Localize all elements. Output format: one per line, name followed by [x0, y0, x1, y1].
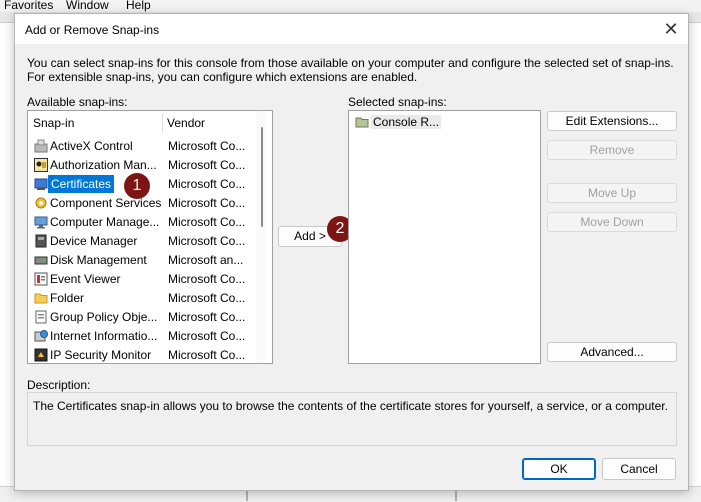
available-snapins-label: Available snap-ins:	[27, 95, 128, 109]
available-snapins-list[interactable]: Snap-in Vendor ActiveX Control Microsoft…	[27, 110, 273, 364]
description-text: The Certificates snap-in allows you to b…	[33, 399, 668, 413]
group-policy-icon	[34, 310, 48, 324]
menu-help[interactable]: Help	[126, 0, 151, 12]
snapin-name: Authorization Man...	[50, 158, 157, 172]
list-item-ip-security-monitor[interactable]: IP Security Monitor Microsoft Co...	[28, 346, 254, 363]
column-header-snapin[interactable]: Snap-in	[28, 111, 162, 135]
list-item-computer-management[interactable]: Computer Manage... Microsoft Co...	[28, 213, 254, 232]
close-icon[interactable]: ✕	[660, 18, 682, 40]
list-item-event-viewer[interactable]: Event Viewer Microsoft Co...	[28, 270, 254, 289]
snapin-vendor: Microsoft Co...	[168, 272, 246, 286]
snapin-name: Component Services	[50, 196, 162, 210]
selected-snapin-name: Console R...	[371, 115, 442, 129]
column-header-vendor[interactable]: Vendor	[162, 111, 254, 135]
menu-favorites[interactable]: Favorites	[4, 0, 53, 12]
dialog-title: Add or Remove Snap-ins	[25, 23, 160, 37]
remove-button[interactable]: Remove	[547, 140, 677, 160]
list-item-disk-management[interactable]: Disk Management Microsoft an...	[28, 251, 254, 270]
list-item-internet-information-services[interactable]: Internet Informatio... Microsoft Co...	[28, 327, 254, 346]
snapin-vendor: Microsoft Co...	[168, 196, 246, 210]
description-label: Description:	[27, 378, 91, 392]
device-manager-icon	[34, 234, 48, 248]
snapin-vendor: Microsoft Co...	[168, 139, 246, 153]
snapin-vendor: Microsoft Co...	[168, 177, 246, 191]
intro-line-1: You can select snap-ins for this console…	[27, 56, 674, 70]
description-box: The Certificates snap-in allows you to b…	[27, 392, 677, 446]
selected-snapins-label: Selected snap-ins:	[348, 95, 447, 109]
iis-icon	[34, 329, 48, 343]
ip-security-icon	[34, 348, 48, 362]
snapin-vendor: Microsoft an...	[168, 253, 244, 267]
move-down-button[interactable]: Move Down	[547, 212, 677, 232]
folder-icon	[34, 291, 48, 305]
console-root-folder-icon	[355, 115, 369, 129]
edit-extensions-button[interactable]: Edit Extensions...	[547, 111, 677, 131]
snapin-vendor: Microsoft Co...	[168, 234, 246, 248]
advanced-button[interactable]: Advanced...	[547, 342, 677, 362]
snapin-name: Internet Informatio...	[50, 329, 158, 343]
snapin-name: Group Policy Obje...	[50, 310, 158, 324]
snapin-vendor: Microsoft Co...	[168, 291, 246, 305]
snapin-vendor: Microsoft Co...	[168, 329, 246, 343]
ok-button[interactable]: OK	[522, 458, 596, 480]
cancel-button[interactable]: Cancel	[602, 458, 676, 480]
event-viewer-icon	[34, 272, 48, 286]
component-services-icon	[34, 196, 48, 210]
snapin-name: Folder	[50, 291, 85, 305]
list-item-group-policy-object[interactable]: Group Policy Obje... Microsoft Co...	[28, 308, 254, 327]
dialog-titlebar: Add or Remove Snap-ins ✕	[15, 14, 688, 44]
snapin-name: Event Viewer	[50, 272, 121, 286]
snapin-vendor: Microsoft Co...	[168, 310, 246, 324]
snapin-name: Computer Manage...	[50, 215, 160, 229]
scrollbar-thumb[interactable]	[261, 127, 263, 227]
activex-icon	[34, 139, 48, 153]
step-marker-1: 1	[124, 173, 150, 199]
snapin-name: Disk Management	[50, 253, 147, 267]
snapin-name: IP Security Monitor	[50, 348, 152, 362]
list-item-console-root[interactable]: Console R...	[349, 113, 538, 132]
snapin-vendor: Microsoft Co...	[168, 158, 246, 172]
move-up-button[interactable]: Move Up	[547, 183, 677, 203]
snapin-name: ActiveX Control	[50, 139, 133, 153]
available-list-scrollbar[interactable]	[256, 111, 266, 363]
selected-snapins-list[interactable]: Console R...	[348, 110, 541, 364]
disk-management-icon	[34, 253, 48, 267]
list-item-device-manager[interactable]: Device Manager Microsoft Co...	[28, 232, 254, 251]
computer-management-icon	[34, 215, 48, 229]
background-menubar: Favorites Window Help	[0, 0, 701, 12]
snapin-name: Device Manager	[50, 234, 138, 248]
snapin-vendor: Microsoft Co...	[168, 215, 246, 229]
snapin-name: Certificates	[48, 175, 115, 193]
snapin-vendor: Microsoft Co...	[168, 348, 246, 362]
certificates-icon	[34, 177, 48, 191]
menu-window[interactable]: Window	[66, 0, 109, 12]
add-remove-snapins-dialog: Add or Remove Snap-ins ✕ You can select …	[14, 13, 689, 491]
list-item-folder[interactable]: Folder Microsoft Co...	[28, 289, 254, 308]
intro-text: You can select snap-ins for this console…	[27, 56, 682, 84]
list-item-activex-control[interactable]: ActiveX Control Microsoft Co...	[28, 137, 254, 156]
intro-line-2: For extensible snap-ins, you can configu…	[27, 70, 418, 84]
authorization-icon	[34, 158, 48, 172]
list-item-authorization-manager[interactable]: Authorization Man... Microsoft Co...	[28, 156, 254, 175]
